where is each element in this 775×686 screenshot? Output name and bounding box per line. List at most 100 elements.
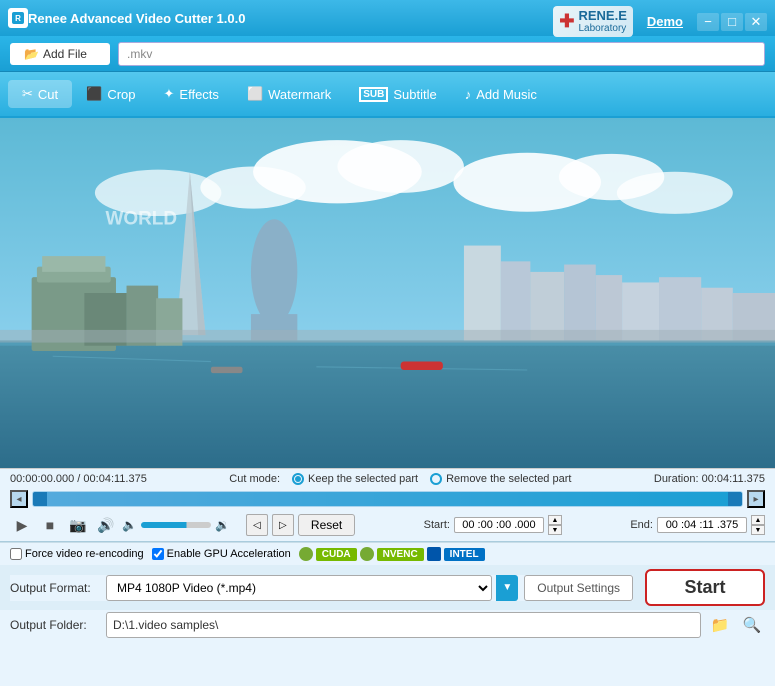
nvenc-icon: [360, 547, 374, 561]
end-time-input[interactable]: [657, 517, 747, 533]
reset-button[interactable]: Reset: [298, 514, 355, 536]
start-time-up[interactable]: ▲: [548, 515, 562, 525]
force-encoding-option: Force video re-encoding: [10, 548, 144, 560]
cut-tool[interactable]: ✂ Cut: [8, 80, 72, 108]
cuda-icon: [299, 547, 313, 561]
end-time-group: End: ▲ ▼: [630, 515, 765, 535]
play-button[interactable]: ▶: [10, 513, 34, 537]
start-time-input[interactable]: [454, 517, 544, 533]
cut-mode-controls: Cut mode: Keep the selected part Remove …: [229, 473, 571, 485]
intel-badge: INTEL: [444, 548, 485, 561]
timeline-handle-right[interactable]: [728, 492, 742, 506]
current-time: 00:00:00.000 / 00:04:11.375: [10, 473, 147, 485]
crop-icon: ⬛: [86, 86, 102, 102]
start-time-label: Start:: [424, 519, 450, 531]
cut-label: Cut: [38, 87, 58, 102]
start-time-spinner[interactable]: ▲ ▼: [548, 515, 562, 535]
end-time-down[interactable]: ▼: [751, 525, 765, 535]
remove-selected-label: Remove the selected part: [446, 473, 571, 485]
brand-name-line2: Laboratory: [578, 23, 626, 34]
gpu-acceleration-option: Enable GPU Acceleration: [152, 548, 291, 560]
svg-text:WORLD: WORLD: [105, 208, 177, 229]
crop-label: Crop: [107, 87, 135, 102]
subtitle-icon: SUB: [359, 87, 388, 102]
playback-controls: ▶ ■ 📷 🔊 🔈 🔉 ◁ ▷ Reset Start: ▲ ▼ End: ▲ …: [10, 511, 765, 539]
add-file-icon: 📂: [24, 47, 39, 61]
app-icon: R: [8, 8, 28, 28]
volume-down-icon: 🔈: [122, 518, 137, 532]
browse-folder-button[interactable]: 📁: [707, 612, 733, 638]
close-button[interactable]: ✕: [745, 13, 767, 31]
window-controls: − □ ✕: [697, 13, 767, 31]
brand-name-line1: RENE.E: [578, 9, 626, 23]
timeline-handle-left[interactable]: [33, 492, 47, 506]
add-music-label: Add Music: [476, 87, 537, 102]
effects-label: Effects: [179, 87, 219, 102]
search-button[interactable]: 🔍: [739, 612, 765, 638]
folder-row: Output Folder: 📁 🔍: [0, 610, 775, 644]
folder-path-input[interactable]: [106, 612, 701, 638]
duration-display: Duration: 00:04:11.375: [654, 473, 765, 485]
bottom-section: Force video re-encoding Enable GPU Accel…: [0, 541, 775, 644]
add-file-button[interactable]: 📂 Add File: [10, 43, 110, 65]
format-arrow-button[interactable]: ▼: [496, 575, 518, 601]
end-time-spinner[interactable]: ▲ ▼: [751, 515, 765, 535]
keep-selected-radio[interactable]: [292, 473, 304, 485]
format-start-row: Output Format: MP4 1080P Video (*.mp4) ▼…: [0, 565, 775, 610]
duration-value: 00:04:11.375: [702, 473, 765, 485]
folder-label: Output Folder:: [10, 618, 100, 632]
output-format-row: Output Format: MP4 1080P Video (*.mp4) ▼…: [10, 575, 633, 601]
add-file-label: Add File: [43, 47, 87, 61]
subtitle-label: Subtitle: [393, 87, 436, 102]
enable-gpu-label: Enable GPU Acceleration: [167, 548, 291, 560]
volume-button[interactable]: 🔊: [94, 513, 118, 537]
maximize-button[interactable]: □: [721, 13, 743, 31]
cut-mode-label: Cut mode:: [229, 473, 280, 485]
brand-plus-icon: ✚: [559, 11, 574, 32]
watermark-tool[interactable]: ⬜ Watermark: [233, 80, 345, 108]
timeline-row: ◂ ▸: [10, 489, 765, 509]
remove-selected-option[interactable]: Remove the selected part: [430, 473, 571, 485]
timeline-right-arrow[interactable]: ▸: [747, 490, 765, 508]
time-info-row: 00:00:00.000 / 00:04:11.375 Cut mode: Ke…: [10, 473, 765, 485]
enable-gpu-checkbox[interactable]: [152, 548, 164, 560]
format-select-wrap: MP4 1080P Video (*.mp4) ▼: [106, 575, 518, 601]
timeline-scrubber[interactable]: [32, 491, 743, 507]
keep-selected-label: Keep the selected part: [308, 473, 418, 485]
crop-tool[interactable]: ⬛ Crop: [72, 80, 149, 108]
file-path-display: .mkv: [118, 42, 765, 66]
effects-tool[interactable]: ✦ Effects: [150, 80, 233, 108]
subtitle-tool[interactable]: SUB Subtitle: [345, 81, 451, 108]
snapshot-button[interactable]: 📷: [66, 513, 90, 537]
brand-logo: ✚ RENE.E Laboratory: [553, 6, 633, 37]
volume-slider[interactable]: [141, 522, 211, 528]
intel-icon: [427, 547, 441, 561]
timeline-left-arrow[interactable]: ◂: [10, 490, 28, 508]
output-settings-button[interactable]: Output Settings: [524, 575, 633, 601]
cut-icon: ✂: [22, 86, 33, 102]
force-encoding-checkbox[interactable]: [10, 548, 22, 560]
gpu-badges: CUDA NVENC INTEL: [299, 547, 485, 561]
next-frame-button[interactable]: ▷: [272, 514, 294, 536]
keep-selected-option[interactable]: Keep the selected part: [292, 473, 418, 485]
start-button[interactable]: Start: [645, 569, 765, 606]
cuda-badge: CUDA: [316, 548, 357, 561]
add-music-tool[interactable]: ♪ Add Music: [451, 81, 551, 108]
video-preview-container: WORLD: [0, 118, 775, 468]
demo-link[interactable]: Demo: [647, 14, 683, 29]
force-encoding-label: Force video re-encoding: [25, 548, 144, 560]
duration-label: Duration:: [654, 473, 699, 485]
svg-text:R: R: [15, 14, 21, 23]
music-icon: ♪: [465, 87, 472, 102]
format-select[interactable]: MP4 1080P Video (*.mp4): [106, 575, 492, 601]
timeline-fill: [33, 492, 742, 506]
remove-selected-radio[interactable]: [430, 473, 442, 485]
end-time-up[interactable]: ▲: [751, 515, 765, 525]
brand-name-text: RENE.E Laboratory: [578, 9, 626, 34]
titlebar: R Renee Advanced Video Cutter 1.0.0 ✚ RE…: [0, 0, 775, 36]
prev-frame-button[interactable]: ◁: [246, 514, 268, 536]
video-preview-svg: WORLD: [0, 118, 775, 468]
minimize-button[interactable]: −: [697, 13, 719, 31]
stop-button[interactable]: ■: [38, 513, 62, 537]
start-time-down[interactable]: ▼: [548, 525, 562, 535]
